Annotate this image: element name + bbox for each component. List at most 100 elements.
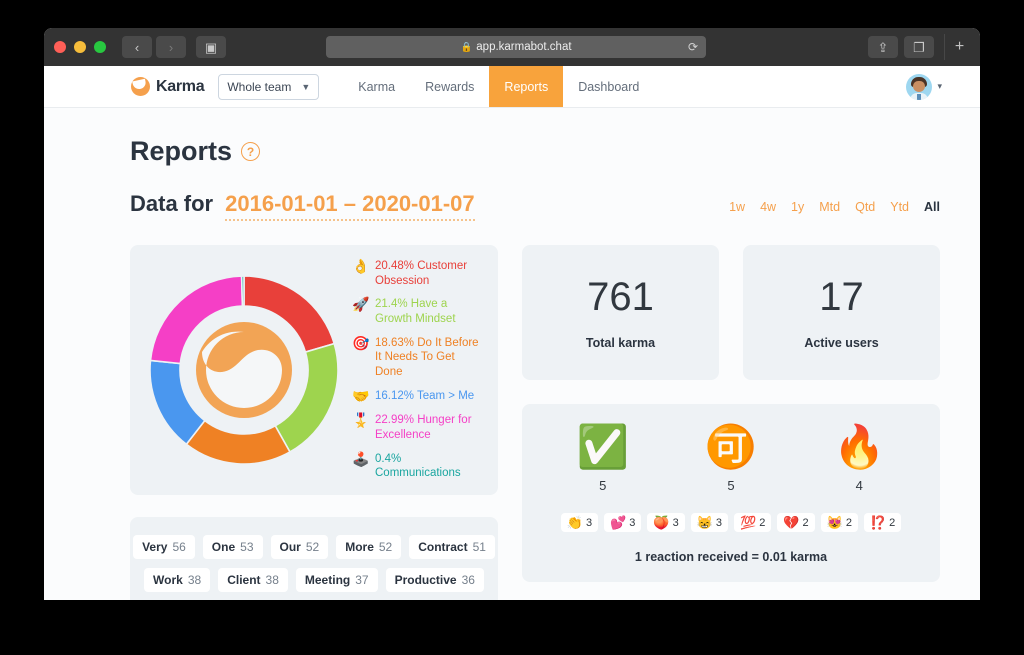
- help-icon[interactable]: ?: [241, 142, 261, 161]
- address-bar[interactable]: 🔒 app.karmabot.chat ⟳: [326, 36, 706, 58]
- date-filter-row: Data for 2016-01-01 – 2020-01-07 1w 4w 1…: [130, 191, 940, 221]
- range-4w[interactable]: 4w: [760, 200, 776, 214]
- word-tag[interactable]: Very 56: [133, 535, 195, 559]
- screen: ‹ › ▣ 🔒 app.karmabot.chat ⟳ ⇪ ❐ + Karma: [0, 0, 1024, 655]
- browser-nav-buttons: ‹ ›: [122, 36, 186, 58]
- total-karma-label: Total karma: [585, 336, 656, 350]
- minimize-window-button[interactable]: [74, 41, 86, 53]
- range-1y[interactable]: 1y: [791, 200, 804, 214]
- word-tag-label: Our: [279, 540, 301, 554]
- total-karma-card: 761 Total karma: [522, 245, 719, 380]
- legend-label: 20.48% Customer Obsession: [375, 259, 468, 287]
- top-reaction-count: 5: [599, 478, 607, 493]
- reaction-chip[interactable]: ⁉️ 2: [863, 513, 902, 532]
- app-header: Karma Whole team ▼ Karma Rewards Reports…: [44, 66, 980, 108]
- legend-item: 🎯 18.63% Do It Before It Needs To Get Don…: [352, 334, 484, 380]
- nav-item-rewards[interactable]: Rewards: [410, 66, 489, 107]
- legend-label: 21.4% Have a Growth Mindset: [375, 298, 456, 326]
- page-content: Reports ? Data for 2016-01-01 – 2020-01-…: [44, 108, 980, 600]
- heart-eyes-cat-emoji: 😻: [826, 515, 843, 530]
- karma-logo-icon: [131, 77, 150, 96]
- back-icon[interactable]: ‹: [122, 36, 152, 58]
- reaction-chip[interactable]: 🍑 3: [647, 513, 685, 532]
- team-selector[interactable]: Whole team ▼: [218, 73, 320, 100]
- range-ytd[interactable]: Ytd: [890, 200, 909, 214]
- word-tag[interactable]: More 52: [336, 535, 402, 559]
- reaction-chip[interactable]: 💕 3: [604, 513, 642, 532]
- page-title-text: Reports: [130, 136, 233, 166]
- legend-label: 16.12% Team > Me: [375, 389, 475, 402]
- word-tag-label: Contract: [418, 540, 468, 554]
- brand-logo[interactable]: Karma: [131, 66, 205, 107]
- top-reaction: 🔥 4: [833, 426, 885, 494]
- clapping-hands-emoji: 👏: [566, 515, 583, 530]
- word-tag-label: More: [345, 540, 374, 554]
- tag-row: Very 56 One 53 Our 52 More 52 Contract 51: [133, 535, 495, 559]
- nav-item-dashboard[interactable]: Dashboard: [563, 66, 654, 107]
- reaction-chip-count: 3: [715, 516, 722, 529]
- reaction-chip[interactable]: 😸 3: [690, 513, 728, 532]
- donut-segment[interactable]: [185, 419, 292, 465]
- top-words-card: Very 56 One 53 Our 52 More 52 Contract 51 Wo…: [130, 517, 498, 600]
- word-tag-count: 36: [461, 573, 475, 587]
- top-reaction-count: 4: [855, 478, 863, 493]
- forward-icon[interactable]: ›: [156, 36, 186, 58]
- zoom-window-button[interactable]: [94, 41, 106, 53]
- word-tag-label: Client: [227, 573, 261, 587]
- brand-name: Karma: [156, 77, 205, 95]
- sidebar-toggle-icon[interactable]: ▣: [196, 36, 226, 58]
- reload-icon[interactable]: ⟳: [688, 40, 698, 54]
- browser-toolbar-right: ⇪ ❐: [868, 36, 934, 58]
- reaction-chip[interactable]: 👏 3: [560, 513, 599, 532]
- range-qtd[interactable]: Qtd: [855, 200, 875, 214]
- legend-item: 🤝 16.12% Team > Me: [352, 388, 484, 404]
- word-tag-label: Productive: [394, 573, 457, 587]
- word-tag[interactable]: Productive 36: [385, 568, 484, 592]
- chevron-down-icon: ▾: [937, 81, 942, 91]
- word-tag-count: 53: [240, 540, 254, 554]
- two-hearts-emoji: 💕: [610, 515, 627, 530]
- reaction-chip-count: 2: [802, 516, 809, 529]
- broken-heart-emoji: 💔: [783, 515, 800, 530]
- legend-label: 0.4% Communications: [375, 452, 461, 480]
- nav-item-karma[interactable]: Karma: [343, 66, 410, 107]
- reaction-chip[interactable]: 😻 2: [820, 513, 858, 532]
- reaction-chip-count: 3: [672, 516, 679, 529]
- peach-emoji: 🍑: [653, 515, 670, 530]
- word-tag[interactable]: One 53: [202, 535, 263, 559]
- word-tag-count: 38: [265, 573, 279, 587]
- hundred-points-emoji: 💯: [740, 515, 757, 530]
- legend-emoji-icon: 👌: [352, 257, 370, 274]
- new-tab-icon[interactable]: +: [944, 34, 974, 60]
- word-tag[interactable]: Work 38: [144, 568, 211, 592]
- word-tag[interactable]: Contract 51: [409, 535, 495, 559]
- legend-emoji-icon: 🕹️: [352, 450, 370, 467]
- donut-segment[interactable]: [240, 275, 245, 307]
- nav-item-reports[interactable]: Reports: [489, 66, 564, 107]
- reaction-chip[interactable]: 💯 2: [734, 513, 772, 532]
- avatar: [906, 73, 933, 100]
- close-window-button[interactable]: [54, 41, 66, 53]
- word-tag-label: One: [211, 540, 236, 554]
- lock-icon: 🔒: [460, 41, 473, 53]
- chart-legend: 👌 20.48% Customer Obsession 🚀 21.4% Have a …: [352, 257, 484, 481]
- share-icon[interactable]: ⇪: [868, 36, 898, 58]
- word-tag-label: Meeting: [304, 573, 351, 587]
- legend-item: 🎖️ 22.99% Hunger for Excellence: [352, 412, 484, 442]
- word-tag[interactable]: Meeting 37: [295, 568, 378, 592]
- date-range-picker[interactable]: 2016-01-01 – 2020-01-07: [225, 191, 475, 221]
- range-all[interactable]: All: [924, 200, 940, 214]
- right-column: 761 Total karma 17 Active users ✅ 5 🉑 5 …: [522, 245, 940, 582]
- donut-chart: [144, 270, 344, 470]
- legend-emoji-icon: 🎯: [352, 334, 370, 351]
- tabs-overview-icon[interactable]: ❐: [904, 36, 934, 58]
- word-tag-count: 56: [172, 540, 186, 554]
- range-mtd[interactable]: Mtd: [819, 200, 840, 214]
- word-tag-count: 37: [355, 573, 369, 587]
- reaction-chip[interactable]: 💔 2: [777, 513, 815, 532]
- range-1w[interactable]: 1w: [729, 200, 745, 214]
- user-menu[interactable]: ▾: [906, 73, 942, 100]
- word-tag[interactable]: Our 52: [270, 535, 329, 559]
- word-tag[interactable]: Client 38: [218, 568, 288, 592]
- word-tag-count: 52: [305, 540, 320, 554]
